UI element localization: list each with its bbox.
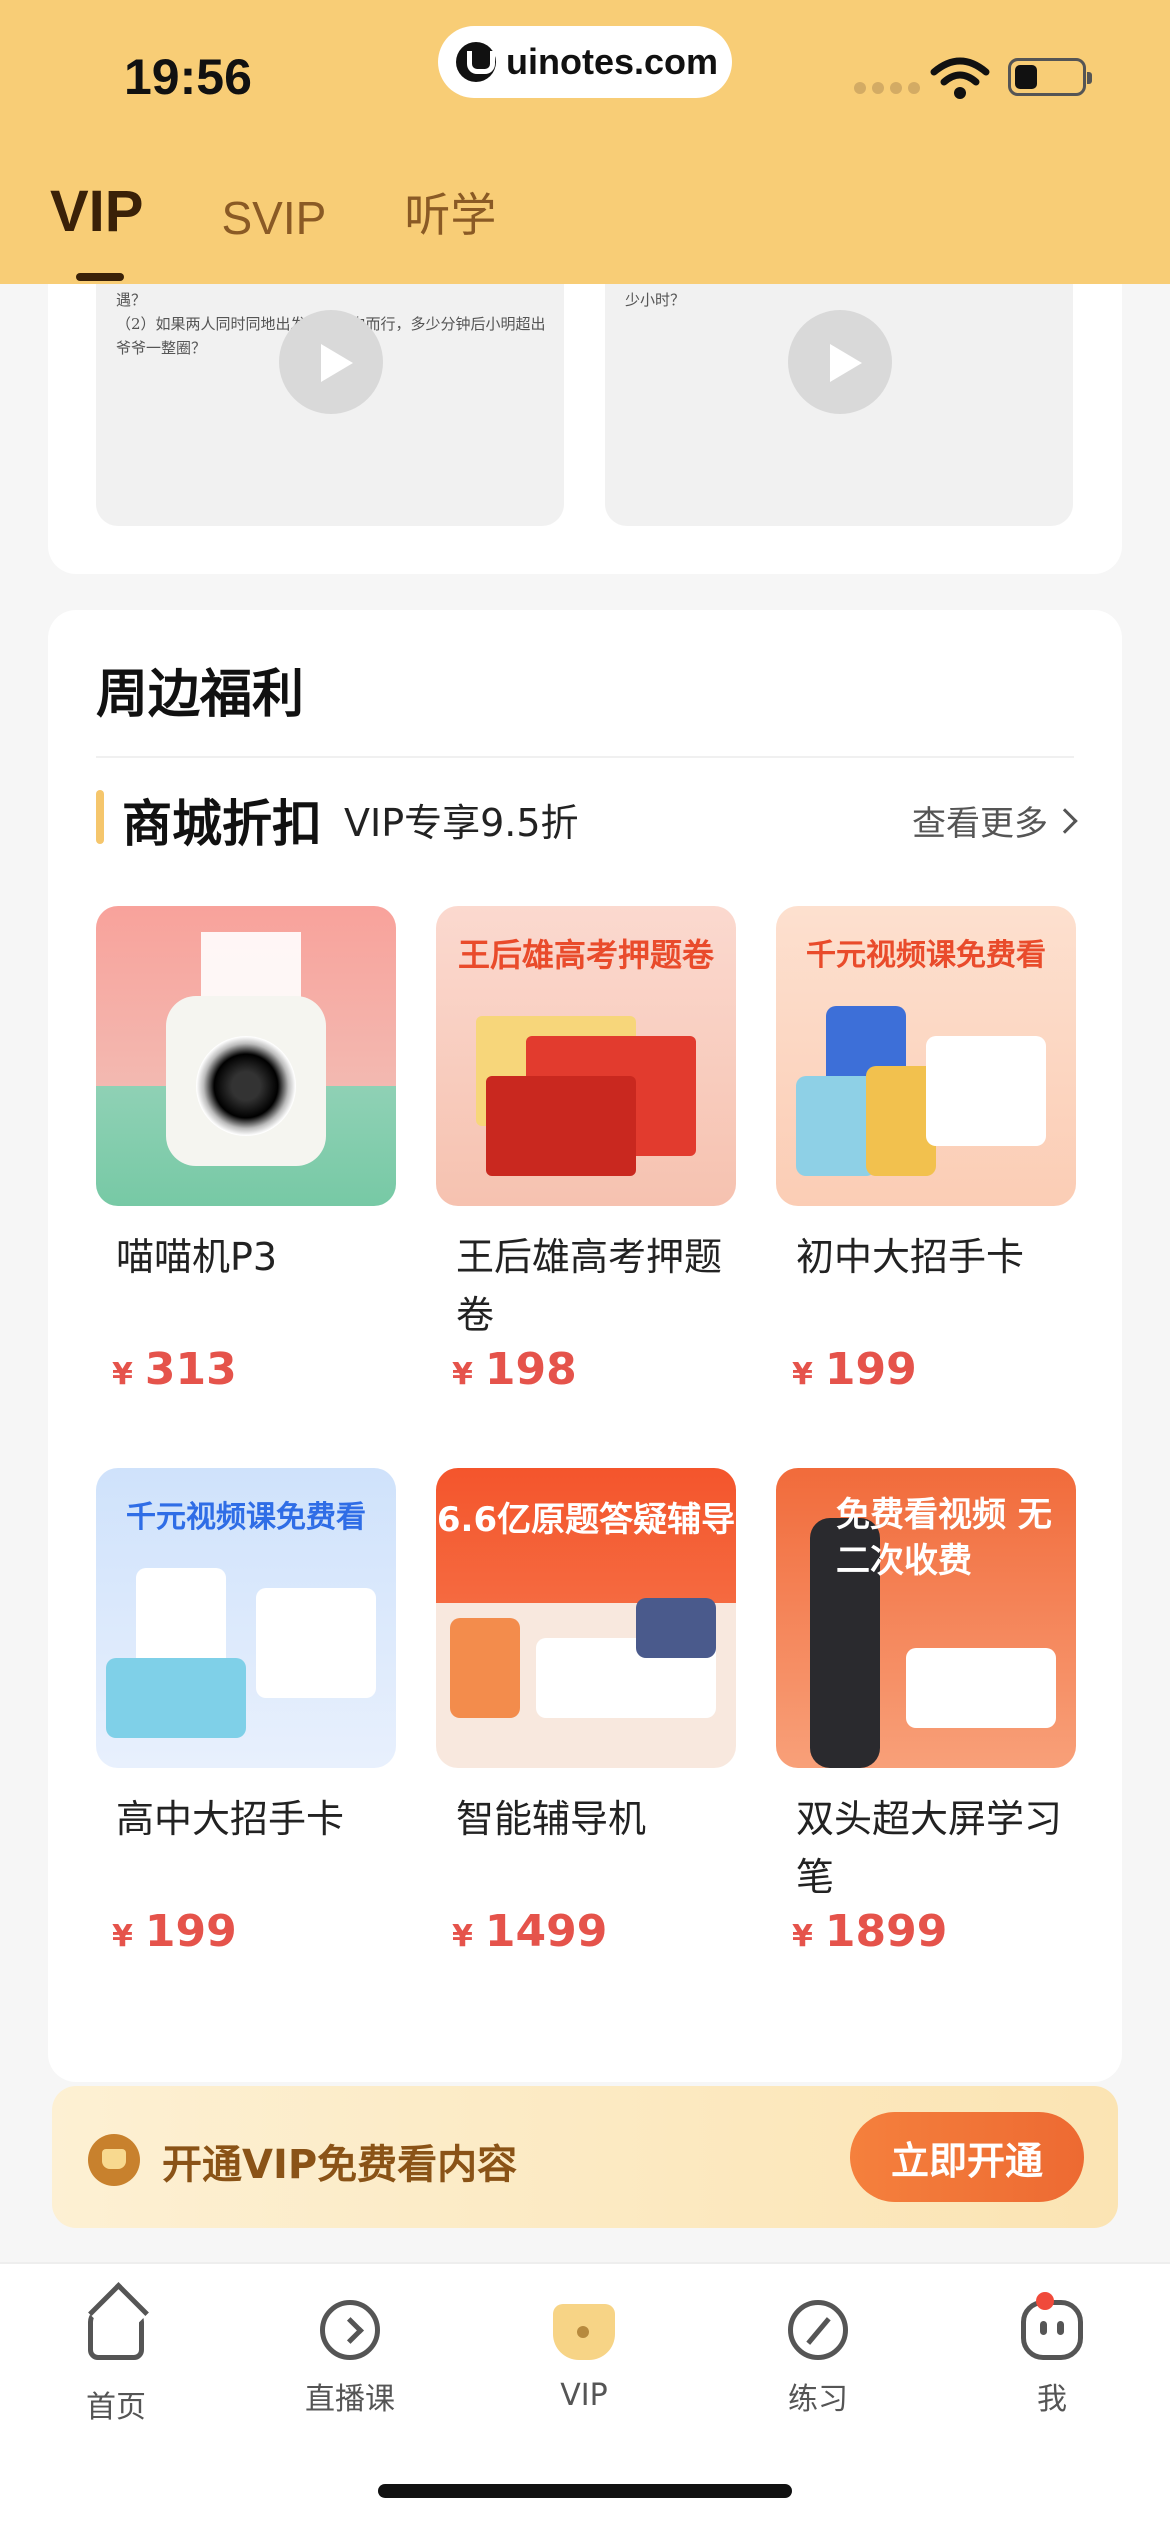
image-banner: 免费看视频 无二次收费 <box>836 1495 1052 1581</box>
site-logo-icon <box>456 42 496 82</box>
image-banner: 王后雄高考押题卷 <box>457 936 714 974</box>
product-image: 千元视频课免费看 <box>776 906 1076 1206</box>
product-price: ¥ 313 <box>112 1344 237 1395</box>
product-name: 初中大招手卡 <box>796 1235 1025 1279</box>
url-text: uinotes.com <box>506 41 719 82</box>
product-card[interactable]: 千元视频课免费看 初中大招手卡 ¥ 199 <box>776 906 1076 1426</box>
product-image: 免费看视频 无二次收费 <box>776 1468 1076 1768</box>
tab-bar: VIP SVIP 听学 <box>50 178 496 281</box>
video-card: 遇？ （2）如果两人同时同地出发，同方向而行，多少分钟后小明超出爷爷一整圈？ 少… <box>48 284 1122 574</box>
nav-item-vip[interactable]: VIP <box>514 2300 654 2413</box>
mall-title: 商城折扣 <box>122 795 322 853</box>
nav-item-home[interactable]: 首页 <box>46 2300 186 2426</box>
vip-badge-icon <box>88 2134 140 2186</box>
currency-symbol: ¥ <box>792 1357 813 1392</box>
tab-label: 听学 <box>404 189 497 241</box>
product-name: 智能辅导机 <box>456 1797 647 1841</box>
open-vip-button[interactable]: 立即开通 <box>850 2112 1084 2202</box>
active-tab-indicator <box>76 273 124 281</box>
product-card[interactable]: 6.6亿原题答疑辅导 智能辅导机 ¥ 1499 <box>436 1468 736 1988</box>
product-price: ¥ 1499 <box>452 1906 607 1957</box>
price-value: 1899 <box>824 1906 948 1957</box>
tab-vip[interactable]: VIP <box>50 178 144 281</box>
mall-subtitle: VIP专享9.5折 <box>344 801 579 845</box>
nav-label: VIP <box>560 2378 608 2413</box>
nav-label: 直播课 <box>305 2382 395 2417</box>
image-banner: 千元视频课免费看 <box>806 938 1046 973</box>
product-name: 王后雄高考押题卷 <box>456 1235 723 1337</box>
video-thumbnail[interactable]: 遇？ （2）如果两人同时同地出发，同方向而行，多少分钟后小明超出爷爷一整圈？ <box>96 284 564 526</box>
price-value: 313 <box>144 1344 237 1395</box>
play-icon[interactable] <box>279 310 383 414</box>
product-image <box>96 906 396 1206</box>
nav-item-live[interactable]: 直播课 <box>280 2300 420 2418</box>
home-indicator <box>378 2484 792 2498</box>
price-value: 199 <box>824 1344 917 1395</box>
me-icon <box>1021 2300 1083 2360</box>
product-card[interactable]: 王后雄高考押题卷 王后雄高考押题卷 ¥ 198 <box>436 906 736 1426</box>
benefits-card: 周边福利 商城折扣 VIP专享9.5折 查看更多 喵喵机P3 ¥ 313 王后雄… <box>48 610 1122 2082</box>
product-price: ¥ 199 <box>792 1344 917 1395</box>
product-price: ¥ 198 <box>452 1344 577 1395</box>
see-more-link[interactable]: 查看更多 <box>912 796 1078 845</box>
product-price: ¥ 1899 <box>792 1906 947 1957</box>
price-value: 199 <box>144 1906 237 1957</box>
wifi-icon <box>930 57 990 99</box>
section-title: 周边福利 <box>96 665 305 725</box>
printer-graphic <box>166 996 326 1166</box>
product-card[interactable]: 喵喵机P3 ¥ 313 <box>96 906 396 1426</box>
tab-label: SVIP <box>221 192 327 244</box>
vip-promo-text: 开通VIP免费看内容 <box>162 2142 518 2188</box>
image-banner: 千元视频课免费看 <box>126 1500 366 1535</box>
price-value: 198 <box>484 1344 577 1395</box>
price-value: 1499 <box>484 1906 608 1957</box>
top-header: 19:56 uinotes.com VIP SVIP 听学 <box>0 0 1170 284</box>
currency-symbol: ¥ <box>112 1919 133 1954</box>
product-image: 千元视频课免费看 <box>96 1468 396 1768</box>
nav-label: 首页 <box>86 2390 146 2425</box>
nav-item-practice[interactable]: 练习 <box>748 2300 888 2418</box>
practice-icon <box>788 2300 848 2360</box>
see-more-label: 查看更多 <box>912 804 1048 844</box>
nav-label: 练习 <box>788 2382 848 2417</box>
live-icon <box>320 2300 380 2360</box>
divider <box>96 756 1074 758</box>
home-icon <box>88 2308 144 2360</box>
product-image: 王后雄高考押题卷 <box>436 906 736 1206</box>
signal-icon <box>854 82 920 94</box>
currency-symbol: ¥ <box>792 1919 813 1954</box>
play-icon[interactable] <box>788 310 892 414</box>
currency-symbol: ¥ <box>452 1919 473 1954</box>
accent-bar <box>96 790 104 844</box>
product-image: 6.6亿原题答疑辅导 <box>436 1468 736 1768</box>
product-name: 双头超大屏学习笔 <box>796 1797 1063 1899</box>
video-thumbnail[interactable]: 少小时？ <box>605 284 1073 526</box>
vip-crown-icon <box>553 2304 615 2360</box>
product-name: 喵喵机P3 <box>116 1235 278 1279</box>
image-banner: 6.6亿原题答疑辅导 <box>436 1500 736 1540</box>
product-card[interactable]: 千元视频课免费看 高中大招手卡 ¥ 199 <box>96 1468 396 1988</box>
product-card[interactable]: 免费看视频 无二次收费 双头超大屏学习笔 ¥ 1899 <box>776 1468 1076 1988</box>
notification-badge <box>1036 2292 1054 2310</box>
vip-promo-banner[interactable]: 开通VIP免费看内容 立即开通 <box>52 2086 1118 2228</box>
currency-symbol: ¥ <box>452 1357 473 1392</box>
url-pill[interactable]: uinotes.com <box>438 26 732 98</box>
video-snippet: 少小时？ <box>625 291 686 309</box>
tab-listen[interactable]: 听学 <box>404 179 496 245</box>
chevron-right-icon <box>1052 807 1078 834</box>
nav-label: 我 <box>1037 2382 1067 2417</box>
tab-label: VIP <box>50 179 144 244</box>
nav-item-me[interactable]: 我 <box>982 2292 1122 2418</box>
battery-icon <box>1008 58 1092 96</box>
tab-svip[interactable]: SVIP <box>222 191 327 245</box>
status-time: 19:56 <box>124 49 252 105</box>
product-name: 高中大招手卡 <box>116 1797 345 1841</box>
product-price: ¥ 199 <box>112 1906 237 1957</box>
currency-symbol: ¥ <box>112 1357 133 1392</box>
